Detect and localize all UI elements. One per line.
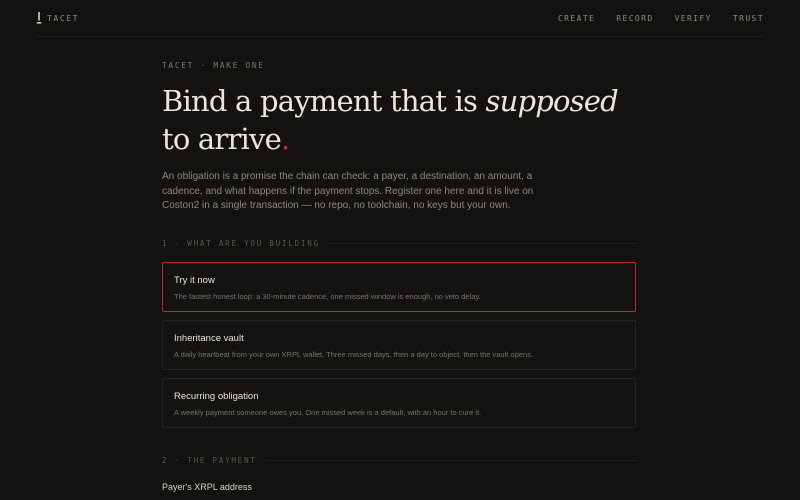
headline-text: Bind a payment that is	[162, 84, 486, 118]
nav-trust[interactable]: TRUST	[733, 14, 764, 23]
option-recurring-obligation[interactable]: Recurring obligation A weekly payment so…	[162, 378, 636, 428]
payer-address-label: Payer's XRPL address	[162, 482, 252, 492]
page-title: Bind a payment that is supposed to arriv…	[162, 82, 632, 158]
option-title: Inheritance vault	[174, 333, 244, 344]
option-title: Recurring obligation	[174, 391, 259, 402]
option-try-it-now[interactable]: Try it now The fastest honest loop: a 30…	[162, 262, 636, 312]
brand-mark-icon	[36, 12, 42, 24]
brand-name: TACET	[47, 13, 80, 23]
top-bar: TACET CREATE RECORD VERIFY TRUST	[36, 0, 764, 37]
section-divider	[264, 459, 638, 461]
section-header-payment: 2 · THE PAYMENT	[162, 455, 638, 465]
option-description: A daily heartbeat from your own XRPL wal…	[174, 350, 533, 359]
eyebrow: TACET · MAKE ONE	[162, 61, 265, 70]
nav-create[interactable]: CREATE	[558, 14, 595, 23]
headline-emphasis: supposed	[485, 84, 618, 118]
brand[interactable]: TACET	[36, 12, 79, 24]
section-label: 2 · THE PAYMENT	[162, 455, 257, 465]
option-inheritance-vault[interactable]: Inheritance vault A daily heartbeat from…	[162, 320, 636, 370]
main-nav: CREATE RECORD VERIFY TRUST	[558, 14, 764, 23]
nav-verify[interactable]: VERIFY	[675, 14, 712, 23]
intro-paragraph: An obligation is a promise the chain can…	[162, 171, 534, 211]
section-label: 1 · WHAT ARE YOU BUILDING	[162, 238, 320, 248]
nav-record[interactable]: RECORD	[616, 14, 653, 23]
headline-text-end: to arrive	[162, 122, 282, 156]
option-title: Try it now	[174, 275, 215, 286]
section-divider	[327, 242, 638, 244]
section-header-building: 1 · WHAT ARE YOU BUILDING	[162, 238, 638, 248]
headline-dot: .	[280, 122, 290, 156]
page: TACET CREATE RECORD VERIFY TRUST TACET ·…	[0, 0, 800, 500]
option-description: The fastest honest loop: a 30-minute cad…	[174, 292, 481, 301]
option-description: A weekly payment someone owes you. One m…	[174, 408, 482, 417]
